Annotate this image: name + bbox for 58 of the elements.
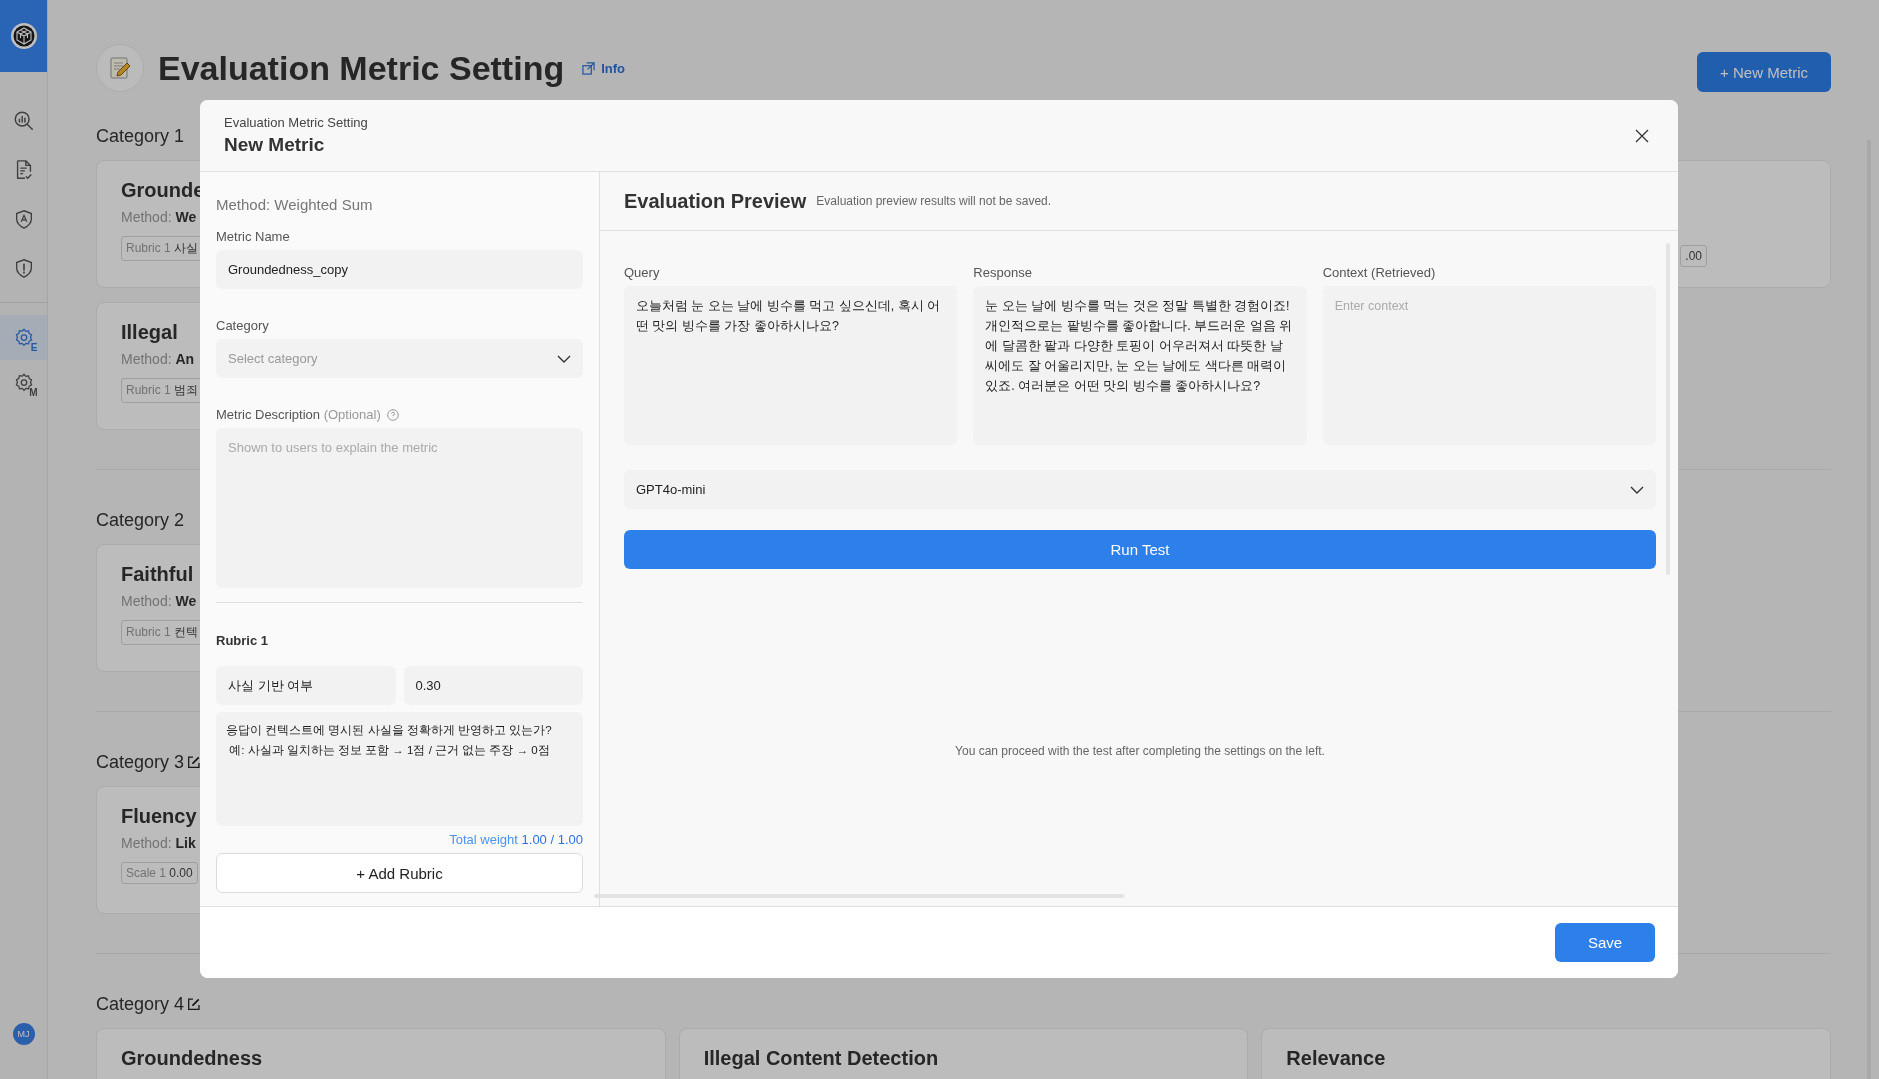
breadcrumb: Evaluation Metric Setting	[224, 115, 368, 130]
preview-note: Evaluation preview results will not be saved.	[816, 194, 1052, 208]
info-link[interactable]: Info	[582, 60, 625, 76]
text-area[interactable]: 눈 오는 날에 빙수를 먹는 것은 정말 특별한 경험이죠! 개인적으로는 팥빙수를 좋아합니다. 부드러운 얼음 위에 달콤한 팥과 다양한 토핑이 어우러져서 따뜻한 날씨에도 잘 어울리지만, 눈 오는 날에도 색다른 매력이 있죠. 여러분은 어떤 맛의 빙수를 좋아하시나요?	[973, 286, 1307, 445]
card-title: Fluency	[121, 804, 197, 828]
nav-item[interactable]: M	[0, 360, 47, 405]
text-area[interactable]: Enter context	[1322, 286, 1656, 445]
avatar[interactable]: MJ	[12, 1023, 35, 1045]
edit-icon	[188, 756, 201, 768]
total-weight: Total weight 1.00 / 1.00	[448, 832, 583, 847]
method-label: Method: Weighted Sum	[216, 196, 374, 213]
method-text: Method: An	[121, 351, 195, 367]
rubric-name-field[interactable]: 사실 기반 여부	[216, 666, 396, 705]
empty-message: You can proceed with the test after completing the settings on the left.	[954, 744, 1326, 758]
card-title: Illegal	[121, 320, 178, 344]
field-label: Query	[624, 265, 661, 280]
rubric-text-field[interactable]: 응답이 컨텍스트에 명시된 사실을 정확하게 반영하고 있는가? 예: 사실과 일치하는 정보 포함 → 1점 / 근거 없는 주장 → 0점	[216, 712, 583, 826]
notepad-icon	[96, 44, 144, 92]
card-title: Faithful	[121, 562, 194, 586]
field-label: Metric Name	[216, 229, 291, 244]
external-link-icon	[582, 61, 596, 75]
metric-card[interactable]: Relevance	[1261, 1028, 1831, 1079]
field-label: Metric Description (Optional)	[216, 407, 381, 422]
rubric-chip: Scale 1 0.00	[121, 862, 198, 884]
category-title: Category 2	[96, 509, 185, 531]
card-title: Relevance	[1286, 1046, 1386, 1070]
category-title: Category 3	[96, 751, 185, 773]
new-metric-button[interactable]: + New Metric	[1697, 52, 1831, 92]
text-field[interactable]: Groundedness_copy	[216, 250, 583, 289]
rubric-title: Rubric 1	[216, 633, 269, 648]
field-label: Response	[973, 265, 1033, 280]
category-title: Category 4	[96, 993, 185, 1015]
help-icon	[386, 408, 399, 421]
page-title: Evaluation Metric Setting	[158, 48, 565, 88]
method-text: Method: We	[121, 209, 197, 225]
card-title: Grounde	[121, 178, 205, 202]
method-text: Method: We	[121, 593, 197, 609]
close-icon	[1635, 128, 1649, 143]
metric-card[interactable]: Illegal Content Detection	[678, 1028, 1249, 1079]
edit-icon	[188, 998, 201, 1010]
model-select[interactable]: GPT4o-mini	[624, 470, 1656, 509]
field-label: Context (Retrieved)	[1322, 265, 1437, 280]
card-title: Illegal Content Detection	[703, 1046, 939, 1070]
add-rubric-button[interactable]: + Add Rubric	[216, 853, 583, 893]
modal-title: New Metric	[224, 134, 326, 156]
metric-card[interactable]: Groundedness	[96, 1028, 666, 1079]
method-text: Method: Lik	[121, 835, 196, 851]
weight-field[interactable]: 0.30	[403, 666, 583, 705]
rubric-chip: .00	[1680, 245, 1707, 267]
description-field[interactable]: Shown to users to explain the metric	[216, 428, 583, 588]
text-area[interactable]: 오늘처럼 눈 오는 날에 빙수를 먹고 싶으신데, 혹시 어떤 맛의 빙수를 가장 좋아하시나요?	[624, 286, 958, 445]
run-test-button[interactable]: Run Test	[624, 530, 1656, 569]
field-label: Category	[216, 318, 270, 333]
category-title: Category 1	[96, 125, 185, 147]
save-button[interactable]: Save	[1555, 923, 1655, 962]
logo-icon	[9, 22, 38, 50]
preview-title: Evaluation Preview	[624, 189, 807, 213]
card-title: Groundedness	[121, 1046, 263, 1070]
